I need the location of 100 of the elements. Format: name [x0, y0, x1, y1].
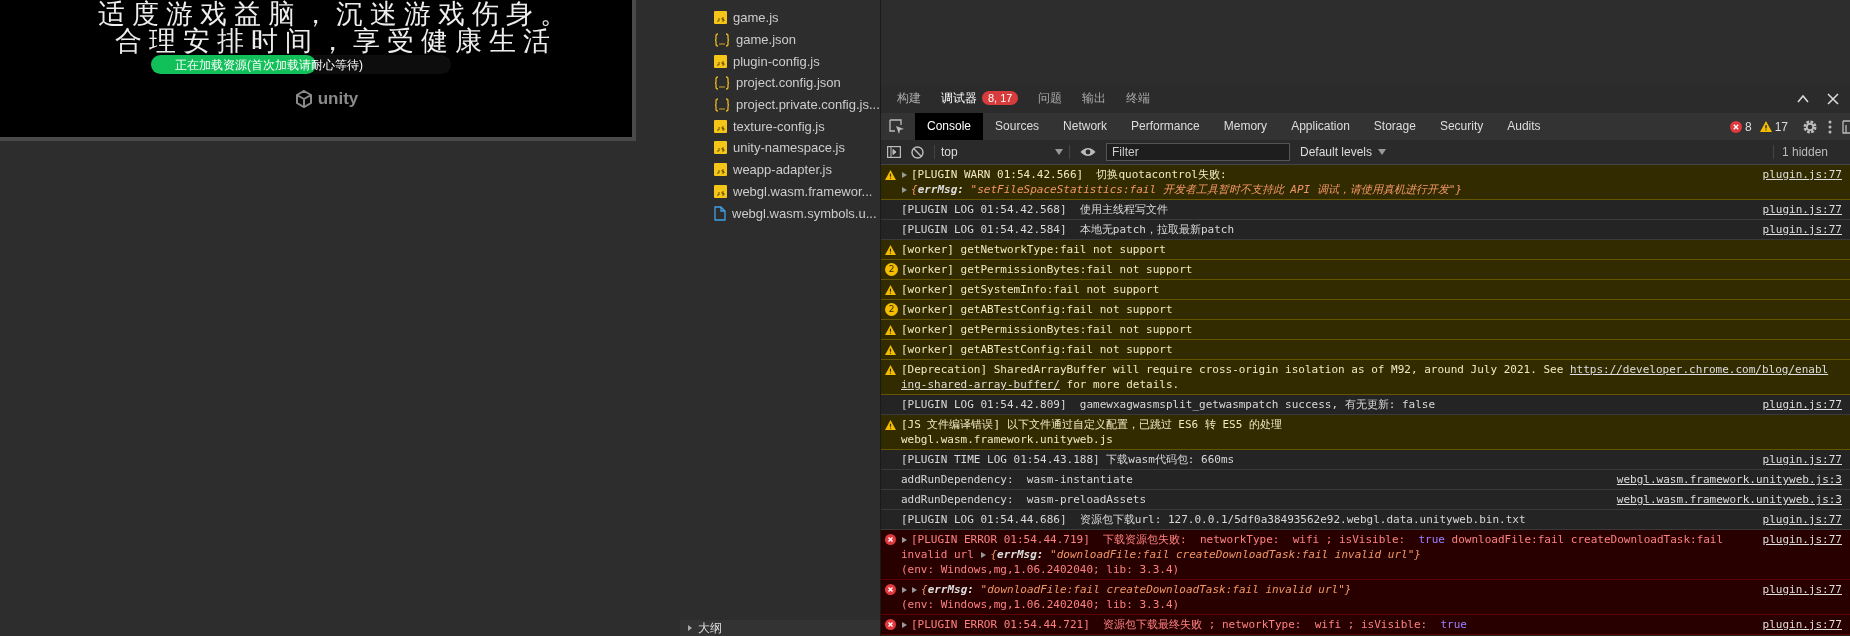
- close-icon[interactable]: [1826, 92, 1840, 106]
- dropdown-icon: [1055, 149, 1063, 155]
- panel-tab[interactable]: 构建: [897, 83, 921, 115]
- log-text: [Deprecation] SharedArrayBuffer will require cross-origin isolation as of M92, around July 2021. See: [901, 362, 1565, 377]
- source-link[interactable]: plugin.js:77: [1746, 582, 1842, 597]
- outline-header[interactable]: 大纲: [680, 620, 880, 636]
- log-text: [worker] getNetworkType:fail not support: [901, 242, 1166, 257]
- devtools-tab[interactable]: Security: [1427, 113, 1496, 140]
- warning-icon: [885, 244, 896, 255]
- dock-icon[interactable]: [1842, 119, 1850, 134]
- panel-tab[interactable]: 问题: [1038, 83, 1063, 115]
- inspect-icon[interactable]: [889, 118, 905, 135]
- file-item[interactable]: webgl.wasm.framewor...: [680, 180, 880, 203]
- filter-field[interactable]: Filter: [1106, 143, 1290, 161]
- context-select[interactable]: top: [934, 145, 1070, 159]
- log-text: [PLUGIN WARN 01:54.42.566] 切换quotacontrol失败:: [911, 167, 1227, 182]
- warning-icon: [885, 284, 896, 295]
- log-text: addRunDependency: wasm-instantiate: [901, 472, 1133, 487]
- panel-tab[interactable]: 输出: [1082, 83, 1107, 115]
- clear-icon[interactable]: [911, 145, 924, 159]
- source-link[interactable]: plugin.js:77: [1746, 167, 1842, 182]
- devtools-tab[interactable]: Performance: [1119, 113, 1212, 140]
- count-badge: 8, 17: [982, 91, 1019, 105]
- file-item[interactable]: webgl.wasm.symbols.u...: [680, 202, 880, 224]
- expand-icon[interactable]: [902, 186, 907, 193]
- error-icon: [885, 534, 896, 545]
- log-text: [PLUGIN LOG 01:54.42.568] 使用主线程写文件: [901, 202, 1168, 217]
- log-text: webgl.wasm.framework.unityweb.js: [901, 432, 1113, 447]
- file-item[interactable]: texture-config.js: [680, 115, 880, 138]
- file-item[interactable]: game.json: [680, 28, 880, 51]
- braces-icon: [714, 75, 730, 90]
- error-icon: [1729, 120, 1742, 133]
- braces-icon: [714, 32, 730, 47]
- file-item[interactable]: unity-namespace.js: [680, 137, 880, 159]
- devtools-tab[interactable]: Application: [1279, 113, 1362, 140]
- js-file-icon: [714, 119, 727, 133]
- js-file-icon: [714, 11, 727, 25]
- cube-icon: [293, 89, 314, 109]
- source-link[interactable]: plugin.js:77: [1746, 512, 1842, 527]
- devtools-tab[interactable]: Audits: [1495, 113, 1553, 140]
- log-text: [JS 文件编译错误] 以下文件通过自定义配置，已跳过 ES6 转 ES5 的处理: [901, 417, 1282, 432]
- source-link[interactable]: plugin.js:77: [1746, 617, 1842, 632]
- file-item[interactable]: project.private.config.js...: [680, 93, 880, 116]
- warning-count: 17: [1774, 119, 1788, 134]
- settings-icon[interactable]: [1802, 118, 1818, 135]
- log-text: for more details.: [1065, 377, 1180, 392]
- warning-icon: [1759, 121, 1772, 132]
- eye-icon[interactable]: [1080, 147, 1096, 157]
- source-link[interactable]: webgl.wasm.framework.unityweb.js:3: [1600, 472, 1842, 487]
- braces-icon: [714, 97, 730, 112]
- source-link[interactable]: plugin.js:77: [1746, 202, 1842, 217]
- log-text: (env: Windows,mg,1.06.2402040; lib: 3.3.4): [901, 597, 1180, 612]
- error-icon: [885, 619, 896, 630]
- source-link[interactable]: plugin.js:77: [1746, 222, 1842, 237]
- object-preview: {errMsg: "setFileSpaceStatistics:fail 开发者工具暂时不支持此 API 调试，请使用真机进行开发"}: [911, 182, 1463, 197]
- log-text: downloadFile:fail createDownloadTask:fail: [1450, 532, 1724, 547]
- js-file-icon: [714, 54, 727, 68]
- file-item[interactable]: project.config.json: [680, 72, 880, 94]
- more-icon[interactable]: [1828, 119, 1832, 134]
- source-link[interactable]: webgl.wasm.framework.unityweb.js:3: [1600, 492, 1842, 507]
- error-count: 8: [1744, 119, 1752, 134]
- log-text: [worker] getPermissionBytes:fail not support: [901, 322, 1193, 337]
- log-text: [PLUGIN TIME LOG 01:54.43.188] 下载wasm代码包: 660ms: [901, 452, 1235, 467]
- warning-icon: [885, 324, 896, 335]
- log-text: [worker] getABTestConfig:fail not support: [901, 302, 1173, 317]
- hidden-count: 1 hidden: [1772, 145, 1850, 159]
- repeat-count: 2: [885, 263, 898, 276]
- file-item[interactable]: weapp-adapter.js: [680, 158, 880, 181]
- source-link[interactable]: plugin.js:77: [1746, 397, 1842, 412]
- log-link[interactable]: ing-shared-array-buffer/: [901, 377, 1060, 392]
- js-file-icon: [714, 184, 727, 198]
- log-text: [PLUGIN LOG 01:54.42.584] 本地无patch，拉取最新patch: [901, 222, 1235, 237]
- boolean-value: true: [1440, 617, 1467, 632]
- log-text: [PLUGIN LOG 01:54.42.809] gamewxagwasmsplit_getwasmpatch success, 有无更新: false: [901, 397, 1436, 412]
- expand-icon[interactable]: [902, 621, 907, 628]
- notice-text: 适度游戏益脑，沉迷游戏伤身。: [98, 0, 574, 27]
- file-item[interactable]: game.js: [680, 7, 880, 29]
- log-link[interactable]: https://developer.chrome.com/blog/enabl: [1569, 362, 1829, 377]
- file-item[interactable]: plugin-config.js: [680, 50, 880, 73]
- panel-tab[interactable]: 终端: [1126, 83, 1151, 115]
- devtools-tab[interactable]: Storage: [1361, 113, 1428, 140]
- source-link[interactable]: plugin.js:77: [1746, 532, 1842, 547]
- expand-icon[interactable]: [902, 536, 907, 543]
- warning-icon: [885, 169, 896, 180]
- devtools-tab[interactable]: Console: [915, 113, 984, 140]
- engine-label: unity: [317, 89, 359, 109]
- expand-icon[interactable]: [902, 171, 907, 178]
- devtools-tab[interactable]: Network: [1051, 113, 1120, 140]
- devtools-tab[interactable]: Sources: [983, 113, 1052, 140]
- devtools-tab[interactable]: Memory: [1211, 113, 1280, 140]
- warning-icon: [885, 344, 896, 355]
- log-text: (env: Windows,mg,1.06.2402040; lib: 3.3.4): [901, 562, 1180, 577]
- log-text: [PLUGIN ERROR 01:54.44.719] 下载资源包失败: networkType: wifi ; isVisible:: [911, 532, 1407, 547]
- levels-dropdown[interactable]: Default levels: [1300, 145, 1387, 159]
- expand-icon[interactable]: [981, 551, 987, 558]
- sidebar-icon[interactable]: [887, 146, 901, 158]
- object-preview: {errMsg: "downloadFile:fail createDownloadTask:fail invalid url"}: [921, 582, 1352, 597]
- log-text: [worker] getPermissionBytes:fail not support: [901, 262, 1193, 277]
- log-text: [worker] getSystemInfo:fail not support: [901, 282, 1160, 297]
- source-link[interactable]: plugin.js:77: [1746, 452, 1842, 467]
